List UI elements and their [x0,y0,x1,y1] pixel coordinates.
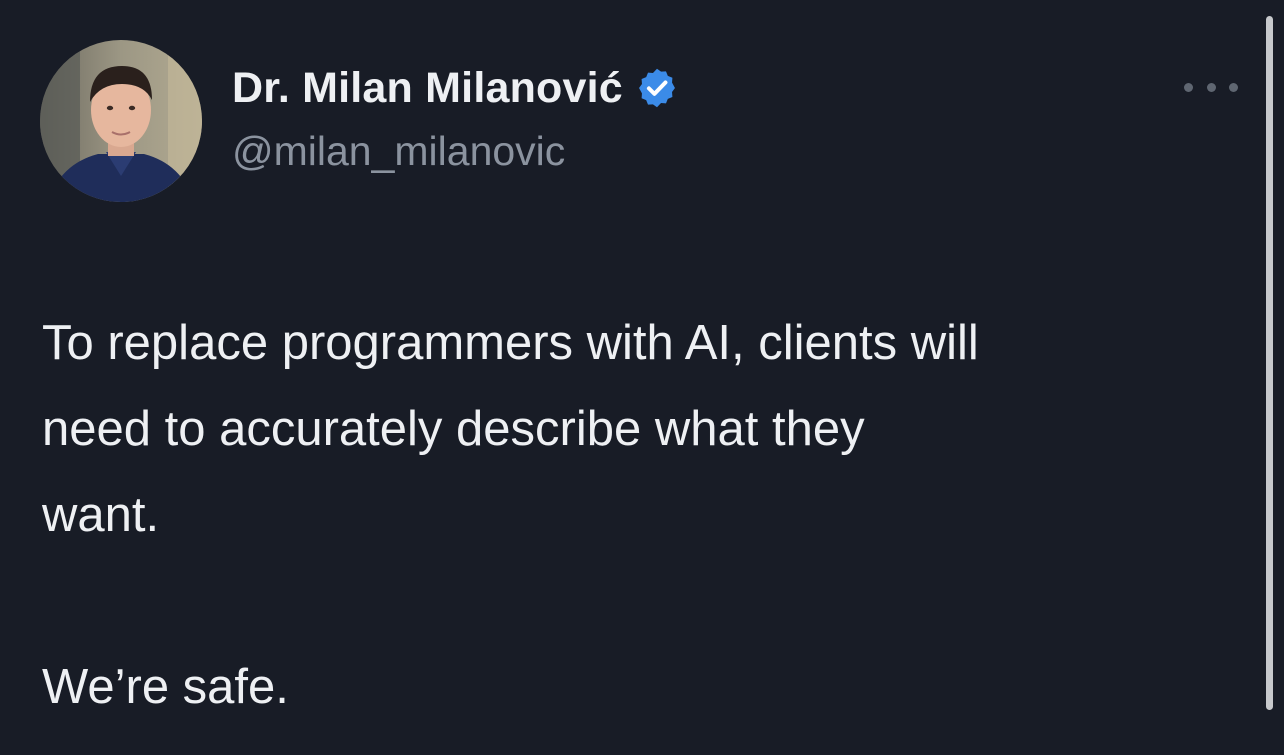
scrollbar[interactable] [1266,16,1273,710]
display-name[interactable]: Dr. Milan Milanović [232,64,623,113]
tweet-text-line: To replace programmers with AI, clients … [42,316,979,370]
ellipsis-icon [1206,82,1216,92]
ellipsis-icon [1184,82,1193,92]
tweet-text-line: need to accurately describe what they [42,402,865,456]
ellipsis-icon [1229,82,1238,92]
user-handle[interactable]: @milan_milanovic [232,128,565,175]
tweet-card: Dr. Milan Milanović @milan_milanovic To … [0,0,1284,755]
author-row: Dr. Milan Milanović [232,62,679,114]
tweet-text-line: want. [42,488,160,542]
more-options-button[interactable] [1184,72,1238,102]
tweet-text-line: We’re safe. [42,660,289,714]
avatar[interactable] [40,40,202,202]
tweet-text: To replace programmers with AI, clients … [42,300,1252,730]
avatar-photo [40,40,202,202]
verified-badge-icon [635,66,679,110]
